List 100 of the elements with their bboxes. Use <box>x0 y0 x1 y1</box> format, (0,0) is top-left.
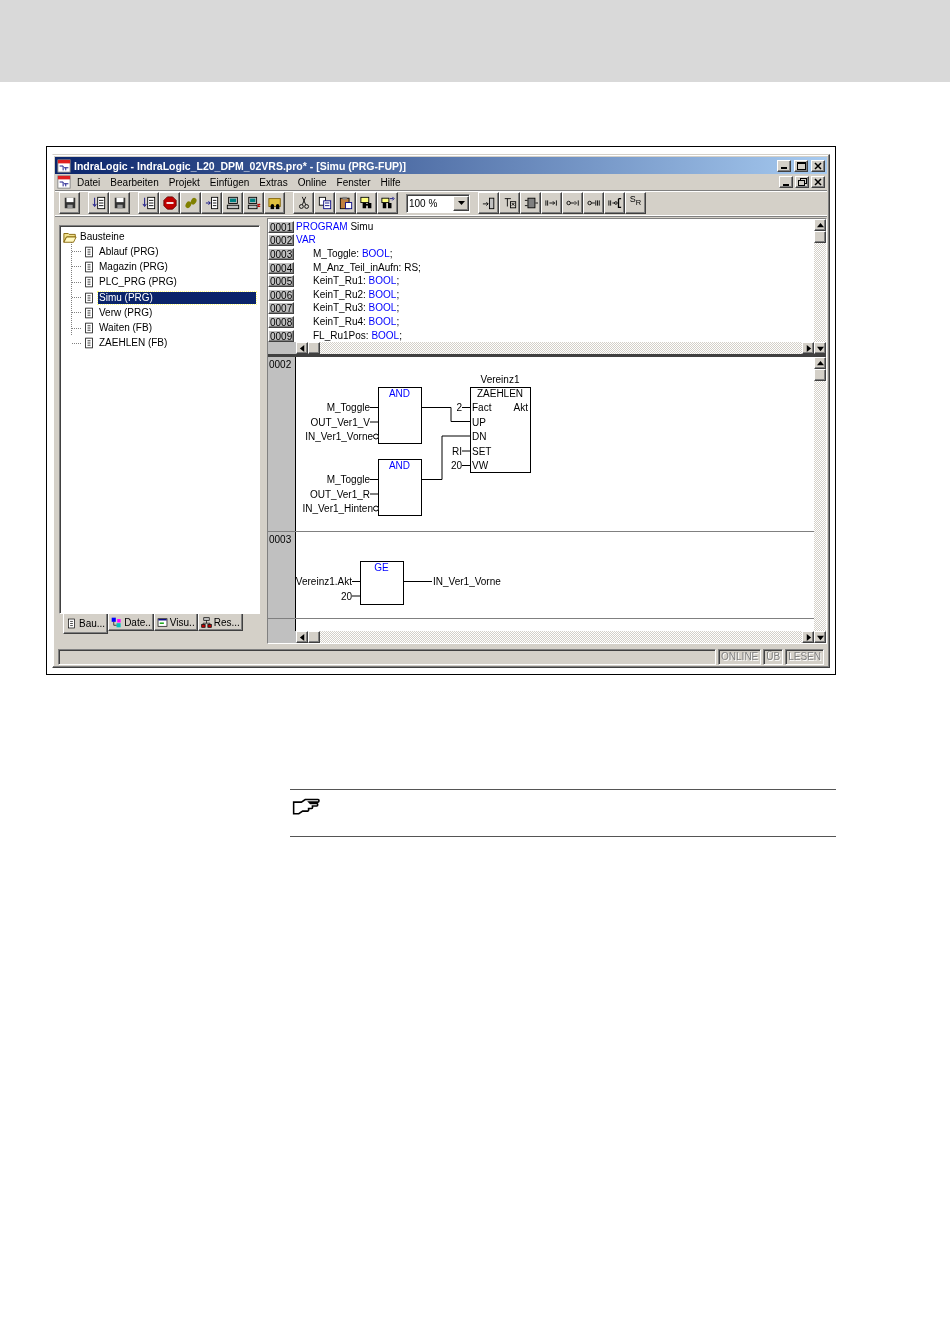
menu-item[interactable]: Datei <box>73 176 105 188</box>
scroll-left-button[interactable] <box>296 631 308 643</box>
toolbar-button[interactable] <box>293 192 314 214</box>
program-icon <box>83 275 95 290</box>
toolbar-button[interactable] <box>314 192 335 214</box>
scroll-up-button[interactable] <box>814 219 826 231</box>
variable-label: RI <box>451 445 462 457</box>
menu-item[interactable]: Bearbeiten <box>106 176 163 188</box>
triangle-icon <box>298 633 306 641</box>
colored-squares-icon <box>111 616 123 628</box>
toolbar-button[interactable] <box>499 192 520 214</box>
stop-sign-icon <box>162 196 177 210</box>
status-indicator: ÜB <box>763 649 784 665</box>
scroll-down-button[interactable] <box>814 342 826 354</box>
application-icon <box>57 158 71 173</box>
horizontal-scrollbar[interactable] <box>296 631 814 643</box>
computer-cross-icon <box>246 196 261 210</box>
code-line: FL_Ru1Pos: BOOL; <box>312 329 402 342</box>
copy-icon <box>317 196 332 210</box>
minimize-icon <box>783 183 789 186</box>
menu-item[interactable]: Einfügen <box>205 176 254 188</box>
horizontal-scrollbar[interactable] <box>296 342 814 354</box>
tree-item[interactable]: Simu (PRG) <box>98 291 256 304</box>
toolbar-button[interactable] <box>59 192 80 214</box>
tree-item[interactable]: PLC_PRG (PRG) <box>98 276 178 289</box>
line-number: 0002 <box>268 234 294 247</box>
toolbar-button[interactable] <box>541 192 562 214</box>
tab[interactable]: Res... <box>197 614 243 631</box>
line-number: 0007 <box>268 302 294 315</box>
toolbar-button[interactable] <box>88 192 109 214</box>
scroll-up-button[interactable] <box>814 357 826 369</box>
line-number: 0006 <box>268 288 294 301</box>
scroll-left-button[interactable] <box>296 342 308 354</box>
zoom-dropdown[interactable]: 100 % <box>406 193 470 213</box>
tree-item[interactable]: Ablauf (PRG) <box>98 245 160 258</box>
toolbar-button[interactable] <box>243 192 264 214</box>
minimize-icon <box>781 167 787 169</box>
close-button[interactable] <box>811 176 825 188</box>
scroll-thumb[interactable] <box>308 342 320 354</box>
menu-item[interactable]: Hilfe <box>376 176 405 188</box>
scroll-right-button[interactable] <box>802 631 814 643</box>
arrow-document-icon <box>204 196 219 210</box>
toolbar-button[interactable] <box>159 192 180 214</box>
tree-item[interactable]: Waiten (FB) <box>98 322 153 335</box>
connection-wire <box>369 493 379 495</box>
maximize-button[interactable] <box>794 159 808 172</box>
scroll-down-button[interactable] <box>814 631 826 643</box>
toolbar-button[interactable] <box>562 192 583 214</box>
toolbar-button[interactable] <box>109 192 130 214</box>
variable-label: M_Toggle <box>326 402 370 413</box>
toolbar-button[interactable] <box>377 192 398 214</box>
variable-label: 20 <box>340 590 352 602</box>
toolbar-button[interactable] <box>478 192 499 214</box>
variable-label: 2 <box>456 402 462 413</box>
toolbar-button[interactable] <box>335 192 356 214</box>
minimize-button[interactable] <box>777 159 791 172</box>
menu-item[interactable]: Fenster <box>332 176 375 188</box>
code-line: VAR <box>296 234 316 247</box>
restore-button[interactable] <box>795 176 809 188</box>
close-button[interactable] <box>811 159 825 172</box>
vertical-scrollbar[interactable] <box>814 219 826 354</box>
menu-item[interactable]: Projekt <box>164 176 204 188</box>
toolbar-button[interactable] <box>201 192 222 214</box>
scroll-thumb[interactable] <box>814 231 826 243</box>
pin-label: Fact <box>471 402 492 413</box>
vertical-scrollbar[interactable] <box>814 357 826 643</box>
pin-label: UP <box>471 416 486 428</box>
coil-icon <box>607 196 622 210</box>
negation-circle <box>372 433 379 440</box>
line-number: 0009 <box>268 329 294 342</box>
tree-item[interactable]: Magazin (PRG) <box>98 260 169 273</box>
scroll-thumb[interactable] <box>308 631 320 643</box>
scissors-icon <box>296 196 311 210</box>
menu-item[interactable]: Extras <box>255 176 292 188</box>
tab[interactable]: Visu.. <box>153 614 198 631</box>
tree-item[interactable]: Bausteine <box>80 231 125 242</box>
variable-label: IN_Ver1_Vorne <box>432 576 501 587</box>
toolbar-button[interactable] <box>356 192 377 214</box>
toolbar-button[interactable] <box>604 192 625 214</box>
toolbar-button[interactable] <box>520 192 541 214</box>
tab[interactable]: Bau... <box>63 614 109 634</box>
menu-item[interactable]: Online <box>293 176 331 188</box>
close-icon <box>813 161 823 170</box>
connection-wire <box>351 581 361 582</box>
toolbar-button[interactable] <box>583 192 604 214</box>
toolbar-button[interactable] <box>138 192 159 214</box>
toolbar-button[interactable] <box>222 192 243 214</box>
tree-item[interactable]: ZAEHLEN (FB) <box>98 337 169 350</box>
code-line: M_Anz_Teil_inAufn: RS; <box>312 261 421 274</box>
tree-item[interactable]: Verw (PRG) <box>98 306 154 319</box>
toolbar-button[interactable]: S$_{R}$ <box>625 192 646 214</box>
toolbar-button[interactable] <box>180 192 201 214</box>
scroll-thumb[interactable] <box>814 369 826 381</box>
minimize-button[interactable] <box>779 176 793 188</box>
tab[interactable]: Date.. <box>108 614 154 631</box>
scroll-right-button[interactable] <box>802 342 814 354</box>
caret-icon <box>457 201 465 205</box>
status-indicator: ONLINE <box>718 649 762 665</box>
toolbar-button[interactable] <box>264 192 285 214</box>
function-block <box>377 387 422 444</box>
